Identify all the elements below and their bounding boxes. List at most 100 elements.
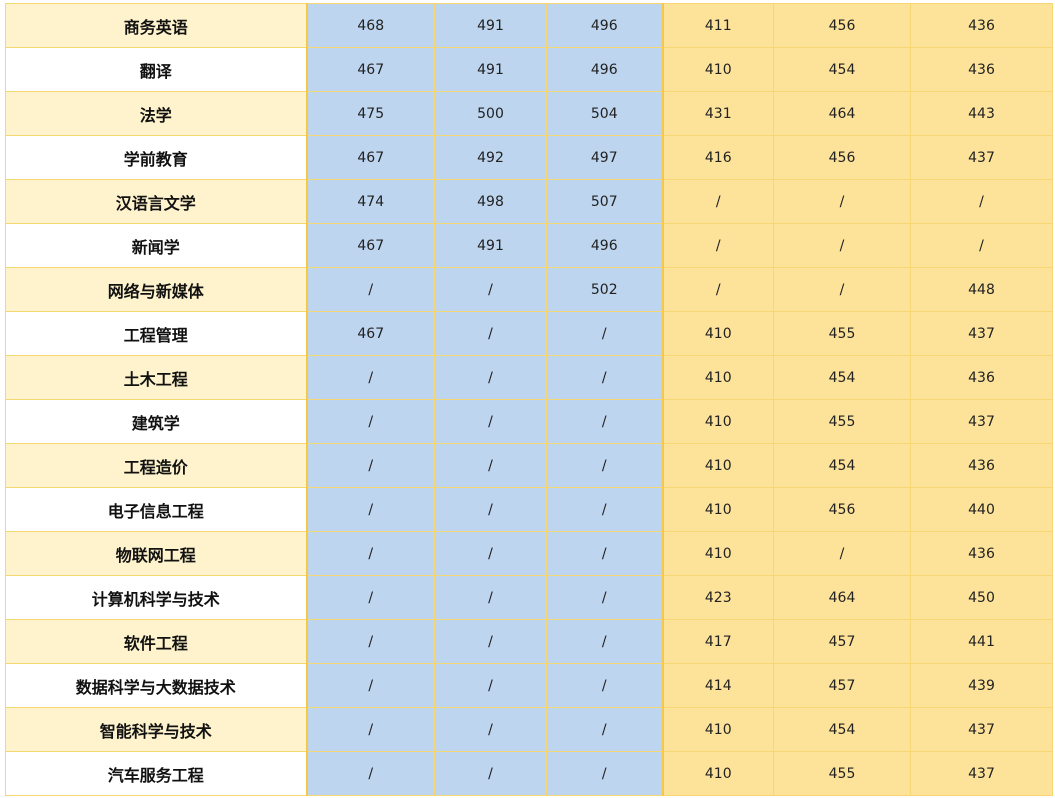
score-cell: 491 xyxy=(434,47,547,92)
score-cell: 504 xyxy=(546,91,663,136)
score-cell: / xyxy=(434,399,547,444)
score-cell: / xyxy=(434,575,547,620)
score-cell: 436 xyxy=(910,3,1053,48)
score-cell: 498 xyxy=(434,179,547,224)
score-cell: / xyxy=(434,531,547,576)
score-cell: 500 xyxy=(434,91,547,136)
score-cell: 467 xyxy=(306,47,435,92)
score-cell: 437 xyxy=(910,135,1053,180)
score-cell: / xyxy=(306,707,435,752)
score-cell: 454 xyxy=(773,443,911,488)
score-cell: 497 xyxy=(546,135,663,180)
score-cell: 436 xyxy=(910,47,1053,92)
score-cell: 467 xyxy=(306,135,435,180)
table-row: 学前教育 467 492 497 416 456 437 xyxy=(5,135,1053,180)
major-name-cell: 法学 xyxy=(5,91,308,136)
major-name-cell: 商务英语 xyxy=(5,3,308,48)
score-cell: / xyxy=(546,399,663,444)
score-cell: 455 xyxy=(773,311,911,356)
score-cell: / xyxy=(434,355,547,400)
major-name-cell: 智能科学与技术 xyxy=(5,707,308,752)
score-cell: / xyxy=(434,707,547,752)
score-cell: 457 xyxy=(773,663,911,708)
score-cell: / xyxy=(306,531,435,576)
score-cell: 441 xyxy=(910,619,1053,664)
table-row: 数据科学与大数据技术 / //414 457 439 xyxy=(5,663,1053,708)
major-name-cell: 软件工程 xyxy=(5,619,308,664)
score-cell: 439 xyxy=(910,663,1053,708)
score-cell: 437 xyxy=(910,311,1053,356)
score-cell: / xyxy=(306,443,435,488)
score-cell: 454 xyxy=(773,707,911,752)
score-cell: / xyxy=(546,575,663,620)
score-cell: 507 xyxy=(546,179,663,224)
score-cell: / xyxy=(661,223,774,268)
major-name-cell: 物联网工程 xyxy=(5,531,308,576)
table-row: 网络与新媒体 //502//448 xyxy=(5,267,1053,312)
score-cell: / xyxy=(306,751,435,796)
score-cell: 437 xyxy=(910,751,1053,796)
score-cell: 410 xyxy=(661,355,774,400)
score-cell: / xyxy=(546,751,663,796)
score-cell: 437 xyxy=(910,707,1053,752)
score-cell: / xyxy=(434,487,547,532)
score-cell: 410 xyxy=(661,311,774,356)
score-cell: / xyxy=(546,487,663,532)
table-row: 法学 475 500 504 431 464 443 xyxy=(5,91,1053,136)
score-cell: / xyxy=(546,707,663,752)
score-cell: / xyxy=(434,751,547,796)
score-cell: / xyxy=(306,575,435,620)
score-cell: 410 xyxy=(661,399,774,444)
score-cell: / xyxy=(306,663,435,708)
score-cell: / xyxy=(773,267,911,312)
score-cell: 455 xyxy=(773,751,911,796)
table-row: 工程管理 467//410 455 437 xyxy=(5,311,1053,356)
score-cell: / xyxy=(546,619,663,664)
table-row: 计算机科学与技术 / //423 464 450 xyxy=(5,575,1053,620)
score-cell: 440 xyxy=(910,487,1053,532)
score-cell: / xyxy=(773,223,911,268)
score-cell: 414 xyxy=(661,663,774,708)
score-cell: / xyxy=(434,267,547,312)
score-cell: 455 xyxy=(773,399,911,444)
major-name-cell: 翻译 xyxy=(5,47,308,92)
major-name-cell: 学前教育 xyxy=(5,135,308,180)
score-cell: 496 xyxy=(546,3,663,48)
score-cell: / xyxy=(546,531,663,576)
score-cell: 411 xyxy=(661,3,774,48)
score-table-container: 商务英语 468 491 496 411 456 436 翻译 467 491 496 410 454 4… xyxy=(5,3,1053,796)
score-cell: 416 xyxy=(661,135,774,180)
score-cell: / xyxy=(546,355,663,400)
major-name-cell: 新闻学 xyxy=(5,223,308,268)
score-cell: / xyxy=(773,179,911,224)
score-cell: 436 xyxy=(910,443,1053,488)
score-cell: 454 xyxy=(773,355,911,400)
table-row: 翻译 467 491 496 410 454 436 xyxy=(5,47,1053,92)
table-row: 汽车服务工程 / //410 455 437 xyxy=(5,751,1053,796)
score-cell: 417 xyxy=(661,619,774,664)
score-cell: 468 xyxy=(306,3,435,48)
score-cell: 454 xyxy=(773,47,911,92)
score-cell: / xyxy=(306,619,435,664)
score-cell: 456 xyxy=(773,487,911,532)
major-name-cell: 汽车服务工程 xyxy=(5,751,308,796)
major-name-cell: 网络与新媒体 xyxy=(5,267,308,312)
major-name-cell: 汉语言文学 xyxy=(5,179,308,224)
score-cell: 410 xyxy=(661,487,774,532)
score-cell: 410 xyxy=(661,707,774,752)
score-cell: 436 xyxy=(910,355,1053,400)
score-cell: / xyxy=(910,223,1053,268)
table-row: 电子信息工程 / //410 456 440 xyxy=(5,487,1053,532)
table-row: 工程造价 / //410 454 436 xyxy=(5,443,1053,488)
score-cell: 496 xyxy=(546,47,663,92)
score-cell: / xyxy=(546,663,663,708)
score-cell: / xyxy=(434,443,547,488)
score-cell: 448 xyxy=(910,267,1053,312)
score-cell: 456 xyxy=(773,135,911,180)
score-cell: 431 xyxy=(661,91,774,136)
score-cell: 410 xyxy=(661,531,774,576)
score-cell: / xyxy=(434,619,547,664)
major-name-cell: 工程造价 xyxy=(5,443,308,488)
table-row: 智能科学与技术 / //410 454 437 xyxy=(5,707,1053,752)
table-row: 商务英语 468 491 496 411 456 436 xyxy=(5,3,1053,48)
